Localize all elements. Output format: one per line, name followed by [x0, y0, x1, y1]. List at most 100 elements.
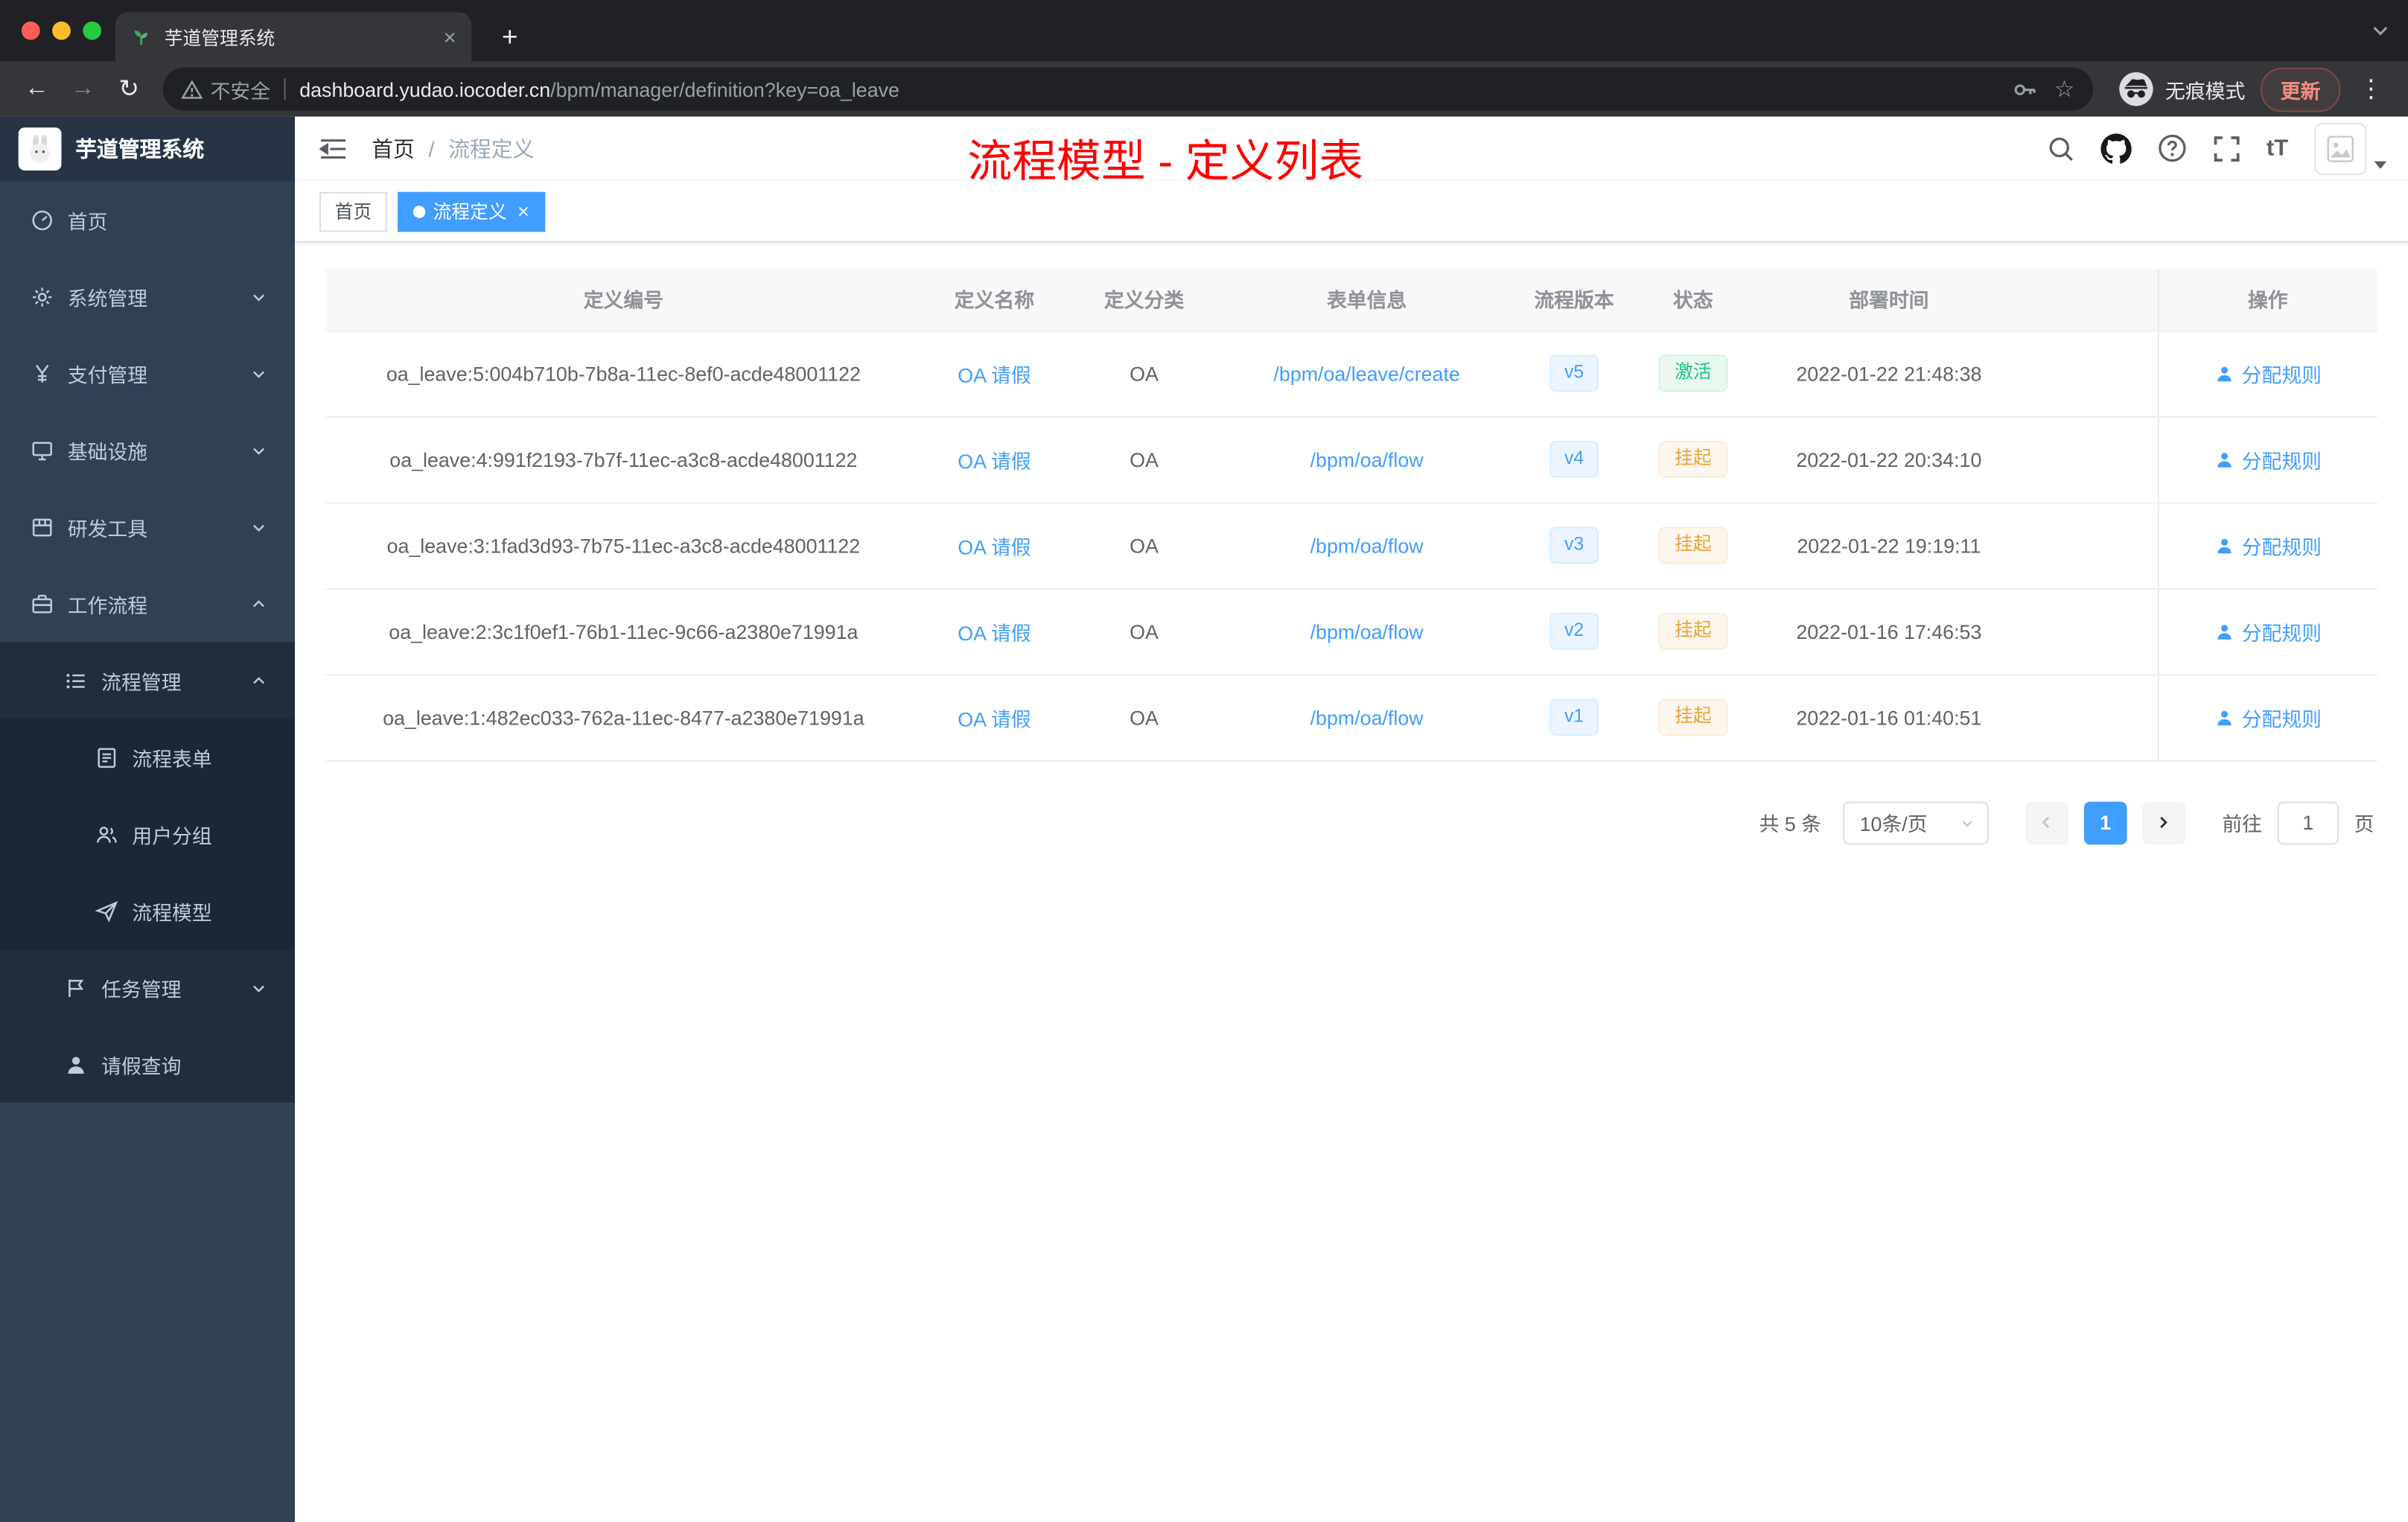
chevron-down-icon [250, 979, 267, 996]
monitor-icon [32, 441, 52, 460]
form-info-link[interactable]: /bpm/oa/leave/create [1273, 362, 1459, 385]
goto-page-input[interactable] [2277, 800, 2339, 844]
cell-definition-id: oa_leave:5:004b710b-7b8a-11ec-8ef0-acde4… [325, 330, 922, 417]
window-minimize-button[interactable] [52, 21, 71, 40]
prev-page-button[interactable] [2025, 800, 2069, 844]
tag-process-definition[interactable]: 流程定义 × [398, 191, 545, 232]
cell-filler [2027, 674, 2158, 761]
status-badge: 挂起 [1659, 699, 1727, 736]
sidebar-item-leave-query[interactable]: 请假查询 [0, 1026, 295, 1103]
cell-filler [2027, 330, 2158, 417]
omnibox[interactable]: 不安全 dashboard.yudao.iocoder.cn/bpm/manag… [162, 67, 2094, 111]
definition-name-link[interactable]: OA 请假 [958, 707, 1031, 730]
security-chip[interactable]: 不安全 [181, 74, 270, 104]
new-tab-button[interactable]: + [488, 16, 532, 59]
cell-deploy-time: 2022-01-16 17:46:53 [1751, 588, 2028, 675]
user-menu[interactable] [2314, 121, 2387, 175]
sidebar-item-payment[interactable]: 支付管理 [0, 335, 295, 412]
chevron-down-icon [250, 442, 267, 459]
form-info-link[interactable]: /bpm/oa/flow [1310, 534, 1424, 557]
sidebar-item-workflow[interactable]: 工作流程 [0, 565, 295, 642]
person-icon [68, 1056, 84, 1073]
sidebar-item-process-form[interactable]: 流程表单 [0, 719, 295, 796]
chevron-up-icon [250, 595, 267, 612]
column-header: 操作 [2156, 268, 2377, 331]
incognito-label: 无痕模式 [2165, 79, 2246, 103]
form-info-link[interactable]: /bpm/oa/flow [1310, 706, 1424, 729]
sidebar-item-process-management[interactable]: 流程管理 [0, 642, 295, 719]
sidebar-item-label: 研发工具 [67, 517, 148, 540]
page-content: 定义编号 定义名称 定义分类 表单信息 流程版本 状态 部署时间 操作 oa_l… [295, 242, 2408, 1522]
sidebar-item-label: 支付管理 [67, 363, 148, 386]
github-icon[interactable] [2100, 133, 2132, 163]
breadcrumb-home[interactable]: 首页 [372, 133, 415, 163]
sidebar-item-devtools[interactable]: 研发工具 [0, 488, 295, 565]
chevron-down-icon [2374, 160, 2387, 168]
form-info-link[interactable]: /bpm/oa/flow [1310, 620, 1424, 643]
font-size-icon[interactable]: tT [2267, 136, 2288, 162]
page-number-button[interactable]: 1 [2083, 800, 2127, 844]
window-close-button[interactable] [21, 21, 40, 40]
url-path: /bpm/manager/definition?key=oa_leave [550, 77, 899, 101]
assign-rule-button[interactable]: 分配规则 [2214, 531, 2322, 560]
cell-definition-id: oa_leave:4:991f2193-7b7f-11ec-a3c8-acde4… [325, 415, 922, 503]
form-info-link[interactable]: /bpm/oa/flow [1310, 448, 1424, 471]
sidebar-logo[interactable]: 芋道管理系统 [0, 116, 295, 182]
hamburger-icon[interactable] [319, 136, 347, 161]
next-page-button[interactable] [2142, 800, 2185, 844]
cell-deploy-time: 2022-01-22 20:34:10 [1751, 415, 2028, 503]
sidebar-item-label: 流程模型 [132, 900, 212, 924]
definition-name-link[interactable]: OA 请假 [958, 363, 1031, 386]
briefcase-icon [32, 593, 52, 613]
active-dot [413, 205, 426, 217]
cell-filler [2027, 502, 2158, 589]
definition-name-link[interactable]: OA 请假 [958, 449, 1031, 472]
window-zoom-button[interactable] [83, 21, 102, 40]
person-icon [2217, 710, 2232, 725]
sidebar-item-task-management[interactable]: 任务管理 [0, 949, 295, 1026]
forward-button[interactable]: → [62, 68, 105, 111]
search-icon[interactable] [2047, 134, 2074, 162]
browser-update-button[interactable]: 更新 [2260, 66, 2341, 112]
chevron-left-icon [2042, 816, 2051, 829]
table-row: oa_leave:3:1fad3d93-7b75-11ec-a3c8-acde4… [325, 502, 2377, 589]
incognito-icon [2118, 71, 2155, 108]
definition-name-link[interactable]: OA 请假 [958, 535, 1031, 558]
browser-menu-icon[interactable]: ⋮ [2350, 74, 2393, 104]
reload-button[interactable]: ↻ [107, 68, 150, 111]
definition-name-link[interactable]: OA 请假 [958, 621, 1031, 644]
assign-rule-button[interactable]: 分配规则 [2214, 359, 2322, 388]
tab-close-icon[interactable]: × [444, 25, 456, 49]
version-badge: v2 [1549, 613, 1599, 649]
column-header: 表单信息 [1220, 268, 1513, 331]
help-icon[interactable] [2157, 133, 2186, 162]
password-key-icon[interactable] [2011, 76, 2037, 102]
omnibox-divider [284, 78, 286, 101]
action-label: 分配规则 [2241, 621, 2322, 645]
assign-rule-button[interactable]: 分配规则 [2214, 445, 2322, 474]
sidebar-item-system[interactable]: 系统管理 [0, 258, 295, 335]
sidebar-item-infrastructure[interactable]: 基础设施 [0, 412, 295, 488]
chevron-down-icon [1962, 820, 1972, 827]
fullscreen-icon[interactable] [2213, 134, 2240, 162]
cell-definition-id: oa_leave:2:3c1f0ef1-76b1-11ec-9c66-a2380… [325, 588, 922, 675]
sidebar-item-label: 工作流程 [67, 593, 148, 617]
incognito-badge: 无痕模式 [2118, 71, 2245, 108]
page-size-select[interactable]: 10条/页 [1842, 800, 1989, 844]
tab-title: 芋道管理系统 [164, 27, 275, 48]
assign-rule-button[interactable]: 分配规则 [2214, 703, 2322, 732]
logo-avatar [18, 127, 62, 171]
assign-rule-button[interactable]: 分配规则 [2214, 617, 2322, 646]
tag-close-icon[interactable]: × [517, 201, 529, 221]
back-button[interactable]: ← [16, 68, 59, 111]
cell-deploy-time: 2022-01-22 19:19:11 [1751, 502, 2028, 589]
sidebar-item-label: 流程表单 [132, 747, 212, 771]
sidebar-item-home[interactable]: 首页 [0, 181, 295, 258]
sidebar-item-process-model[interactable]: 流程模型 [0, 872, 295, 949]
tag-home[interactable]: 首页 [319, 191, 387, 232]
browser-tab[interactable]: 芋道管理系统 × [115, 12, 472, 62]
bookmark-star-icon[interactable]: ☆ [2054, 75, 2075, 103]
sidebar-item-user-group[interactable]: 用户分组 [0, 795, 295, 873]
tab-search-chevron-icon[interactable] [2372, 22, 2390, 40]
annotation-title: 流程模型 - 定义列表 [967, 138, 1364, 188]
